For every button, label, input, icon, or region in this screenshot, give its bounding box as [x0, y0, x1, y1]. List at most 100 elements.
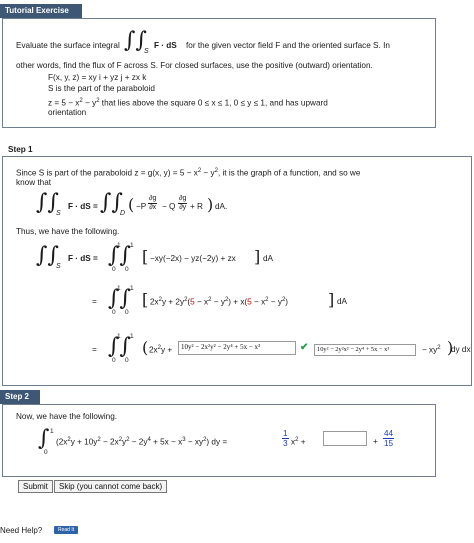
tutorial-title: Tutorial Exercise — [5, 6, 69, 15]
step2-frac2: 44 15 — [383, 429, 395, 448]
line-a-close-bracket: ] — [254, 247, 261, 266]
line-a-lhs: F · dS = — [68, 254, 98, 263]
line-c-term-1: 2x — [149, 345, 158, 355]
step2-term-7: − xy — [185, 437, 204, 447]
line-a-lower-limit-1: 0 — [112, 266, 116, 273]
line-b-close-bracket: ] — [328, 290, 335, 309]
line-c-dy-dx: dy dx — [451, 345, 471, 354]
step2-coef-den: 3 — [283, 439, 288, 448]
step2-x-squared: x2 + — [291, 437, 306, 447]
step2-term-6: + 5x − x — [150, 437, 183, 447]
step1-text-1a: Since S is part of the paraboloid z = g(… — [16, 168, 198, 178]
formula-open-paren: ( — [128, 195, 135, 214]
frac-dgdy-num: ∂g — [178, 195, 188, 204]
frac-dgdy: ∂g ∂y — [178, 195, 188, 212]
step2-term-3: − 2x — [100, 437, 119, 447]
problem-line-2: other words, find the flux of F across S… — [16, 61, 373, 70]
surface-equation: z = 5 − x2 − y2 that lies above the squa… — [48, 98, 328, 108]
line-c-tail: − xy2 — [422, 345, 441, 355]
line-a-rhs: −xy(−2x) − yz(−2y) + zx — [150, 254, 236, 263]
surface-eq-start: z = 5 − x — [48, 98, 80, 108]
step2-term-1: (2x — [56, 437, 68, 447]
step2-header: Step 2 — [0, 390, 40, 404]
read-it-button[interactable]: Read It — [54, 526, 79, 534]
line-b-term-4: − y — [211, 297, 225, 307]
line-b-term-3: − x — [194, 297, 209, 307]
skip-label: Skip (you cannot come back) — [59, 482, 163, 491]
problem-intro: Evaluate the surface integral — [16, 41, 120, 50]
step2-text: Now, we have the following. — [16, 412, 118, 421]
formula-lhs: F · dS = — [68, 202, 98, 211]
line-b-rhs: 2x2y + 2y2(5 − x2 − y2) + x(5 − x2 − y2) — [150, 297, 289, 307]
line-a-da: dA — [263, 254, 274, 263]
step2-coef-num: 1 — [282, 429, 289, 439]
step2-integral: ∫ — [38, 426, 50, 451]
line-b-upper-limit-1: 1 — [117, 285, 121, 292]
frac-dgdx: ∂g ∂x — [148, 195, 158, 212]
line-b-da: dA — [337, 297, 348, 306]
line-b-upper-limit-2: 1 — [130, 285, 134, 292]
integrand-label: F · dS — [154, 41, 177, 50]
step2-term-8: ) dy = — [206, 437, 228, 447]
read-it-label: Read It — [58, 527, 75, 533]
line-c-term-2: y + — [161, 345, 173, 355]
formula-da: dA. — [215, 202, 228, 211]
frac-dgdx-den: ∂x — [149, 204, 157, 211]
step2-answer-input[interactable] — [323, 431, 367, 446]
step2-lower-limit: 0 — [44, 449, 48, 456]
formula-close-paren: ) — [207, 195, 214, 214]
line-b-term-5: ) + x( — [228, 297, 248, 307]
step2-label: Step 2 — [5, 392, 30, 401]
line-b-lower-limit-2: 0 — [125, 309, 129, 316]
line-a-lower-limit-2: 0 — [125, 266, 129, 273]
line-c-answer-display: 10y² − 2y²x² − 2y⁴ + 5x − x³ — [314, 344, 416, 356]
step2-plus-1: + — [300, 437, 306, 447]
line-c-lower-limit-1: 0 — [112, 357, 116, 364]
line-b-lower-limit-1: 0 — [112, 309, 116, 316]
line-c-answer-value: 10y² − 2x²y² − 2y⁴ + 5x − x³ — [181, 343, 261, 351]
step2-frac2-num: 44 — [383, 429, 395, 439]
formula-minus-q: − Q — [162, 202, 176, 211]
line-a-sub-s: S — [56, 263, 61, 270]
formula-plus-r: + R — [190, 202, 203, 211]
frac-dgdy-den: ∂y — [179, 204, 187, 211]
problem-tail: for the given vector field F and the ori… — [186, 41, 390, 50]
line-b-term-6: − x — [251, 297, 266, 307]
line-b-term-1: 2x — [150, 297, 159, 307]
step2-coef-fraction: 1 3 — [282, 429, 289, 448]
step1-label: Step 1 — [8, 145, 33, 154]
submit-button[interactable]: Submit — [18, 480, 53, 493]
formula-sub-s: S — [56, 210, 61, 217]
surface-definition: S is the part of the paraboloid — [48, 84, 155, 93]
line-c-upper-limit-2: 1 — [130, 333, 134, 340]
line-b-eq: = — [92, 297, 97, 306]
line-a-open-bracket: [ — [142, 247, 149, 266]
line-c-upper-limit-1: 1 — [117, 333, 121, 340]
tutorial-header: Tutorial Exercise — [0, 4, 82, 18]
problem-line-1: Evaluate the surface integral — [16, 41, 120, 50]
line-c-answer-input[interactable]: 10y² − 2x²y² − 2y⁴ + 5x − x³ — [178, 341, 296, 355]
need-help-label: Need Help? — [0, 526, 43, 535]
line-c-eq: = — [92, 345, 97, 354]
step2-plus-2: + — [373, 437, 378, 446]
line-b-open-bracket: [ — [142, 290, 149, 309]
surface-eq-end: that lies above the square 0 ≤ x ≤ 1, 0 … — [99, 98, 328, 108]
formula-neg-p: −P — [136, 202, 147, 211]
correct-check-icon: ✔ — [300, 342, 309, 353]
line-b-term-2: y + 2y — [162, 297, 185, 307]
step1-text-2: know that — [16, 178, 52, 187]
line-c-rhs: 2x2y + — [149, 345, 173, 355]
line-b-term-7: − y — [268, 297, 282, 307]
frac-dgdx-num: ∂g — [148, 195, 158, 204]
line-c-answer-display-value: 10y² − 2y²x² − 2y⁴ + 5x − x³ — [317, 346, 390, 353]
line-a-upper-limit-1: 1 — [117, 242, 121, 249]
line-c-tail-text: − xy — [422, 345, 438, 355]
line-c-open-paren: ( — [142, 338, 149, 357]
surface-subscript: S — [144, 48, 149, 55]
field-definition: F(x, y, z) = xy i + yz j + zx k — [48, 73, 147, 82]
step1-text-1: Since S is part of the paraboloid z = g(… — [16, 168, 361, 178]
step2-integrand: (2x2y + 10y2 − 2x2y2 − 2y4 + 5x − x3 − x… — [56, 437, 228, 447]
skip-button[interactable]: Skip (you cannot come back) — [54, 480, 168, 493]
thus-text: Thus, we have the following. — [16, 227, 120, 236]
step1-text-1b: , it is the graph of a function, and so … — [217, 168, 361, 178]
